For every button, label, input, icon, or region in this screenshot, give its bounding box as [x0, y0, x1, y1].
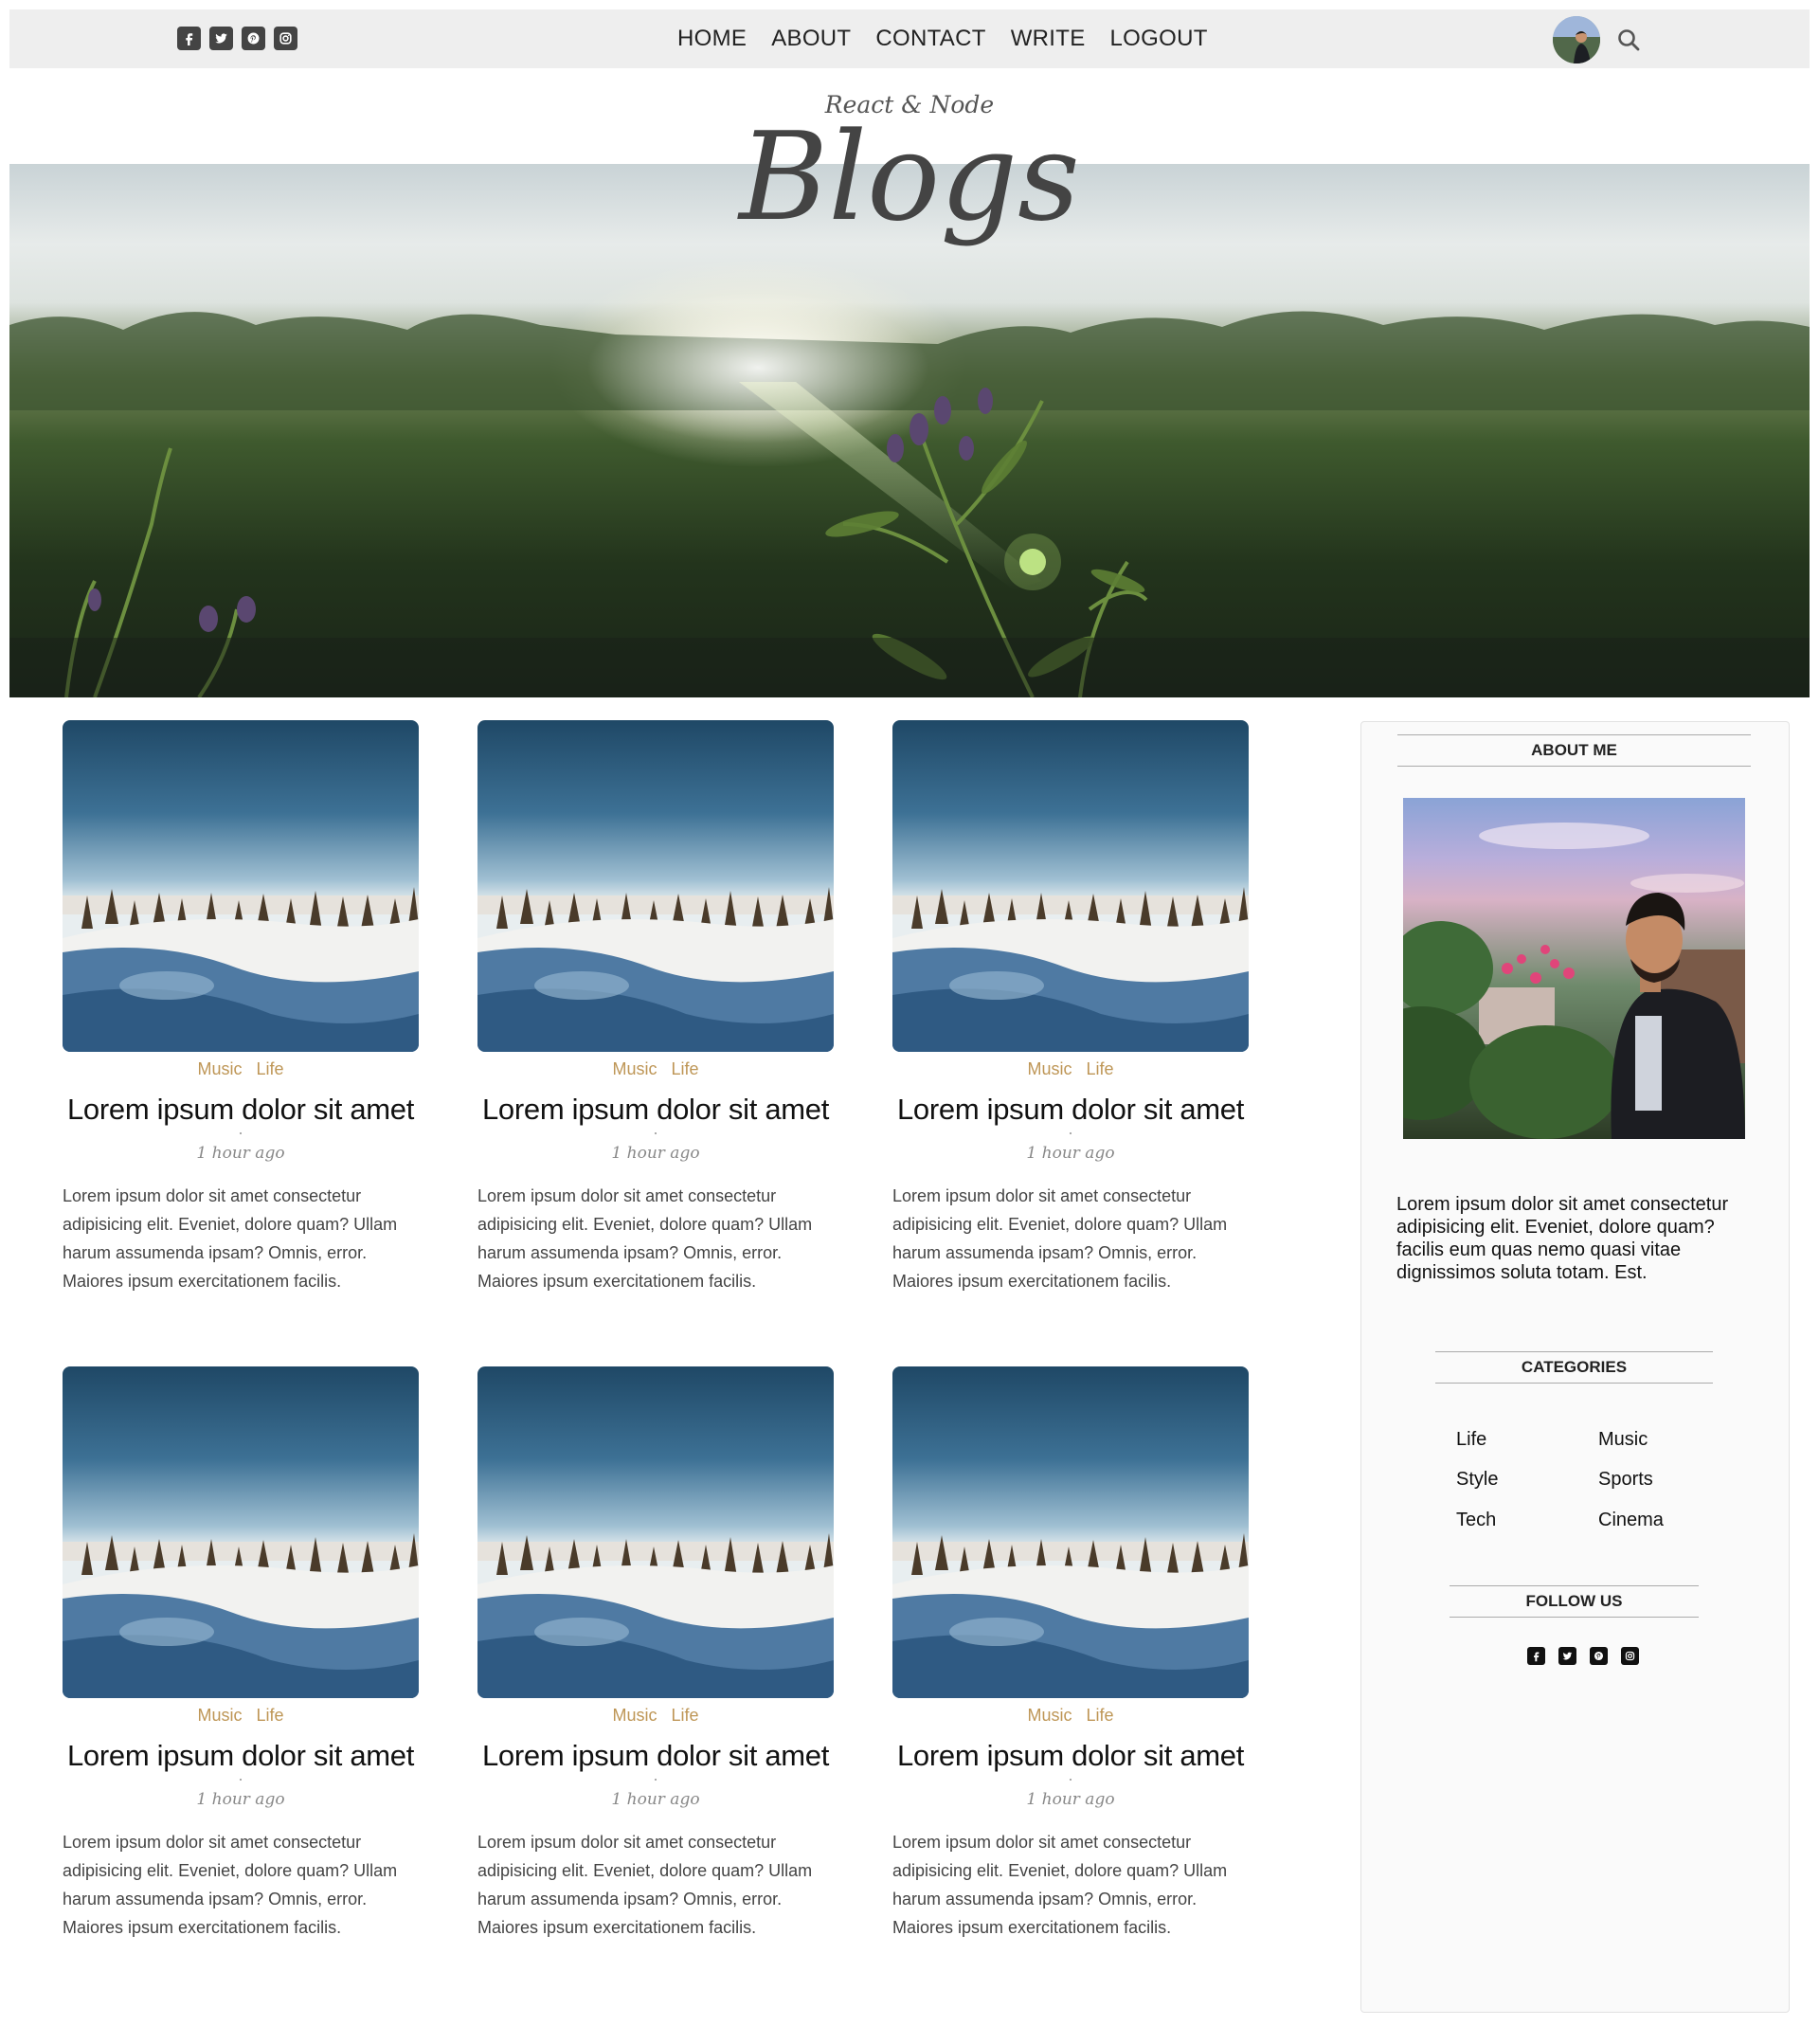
post-image[interactable] — [477, 720, 834, 1052]
post-category[interactable]: Life — [257, 1059, 284, 1078]
facebook-square-icon[interactable] — [177, 27, 201, 50]
sidebar: ABOUT ME Lorem ipsum dolor sit amet cons… — [1360, 721, 1790, 2013]
post-category[interactable]: Music — [612, 1706, 657, 1725]
post-categories: Music Life — [477, 1059, 834, 1079]
user-avatar[interactable] — [1553, 16, 1600, 63]
header-title: Blogs — [739, 107, 1080, 248]
post-card[interactable]: Music Life Lorem ipsum dolor sit amet 1 … — [63, 1366, 419, 1942]
post-category[interactable]: Life — [672, 1059, 699, 1078]
post-category[interactable]: Music — [1027, 1706, 1072, 1725]
main-nav: HOME ABOUT CONTACT WRITE LOGOUT — [677, 26, 1208, 52]
post-categories: Music Life — [892, 1059, 1249, 1079]
category-item[interactable]: Cinema — [1598, 1510, 1664, 1531]
post-category[interactable]: Music — [197, 1706, 242, 1725]
post-categories: Music Life — [63, 1706, 419, 1726]
nav-write[interactable]: WRITE — [1011, 26, 1086, 52]
pinterest-square-icon[interactable] — [1590, 1647, 1608, 1665]
divider-dot — [1070, 1779, 1072, 1781]
post-category[interactable]: Life — [1087, 1059, 1114, 1078]
search-icon[interactable] — [1616, 27, 1641, 52]
post-title[interactable]: Lorem ipsum dolor sit amet — [477, 1093, 834, 1127]
post-category[interactable]: Life — [1087, 1706, 1114, 1725]
category-item[interactable]: Life — [1456, 1429, 1486, 1451]
divider-dot — [240, 1779, 242, 1781]
post-category[interactable]: Life — [672, 1706, 699, 1725]
post-description: Lorem ipsum dolor sit amet consectetur a… — [892, 1833, 1228, 1937]
post-card[interactable]: Music Life Lorem ipsum dolor sit amet 1 … — [892, 720, 1249, 1295]
post-categories: Music Life — [892, 1706, 1249, 1726]
post-description: Lorem ipsum dolor sit amet consectetur a… — [477, 1833, 813, 1937]
divider-dot — [1070, 1132, 1072, 1134]
top-social-icons — [177, 27, 297, 50]
category-item[interactable]: Sports — [1598, 1469, 1653, 1491]
post-category[interactable]: Life — [257, 1706, 284, 1725]
post-title[interactable]: Lorem ipsum dolor sit amet — [892, 1739, 1249, 1773]
twitter-square-icon[interactable] — [1558, 1647, 1576, 1665]
pinterest-square-icon[interactable] — [242, 27, 265, 50]
post-date: 1 hour ago — [1026, 1144, 1115, 1163]
follow-us-icons — [1527, 1647, 1639, 1665]
category-item[interactable]: Music — [1598, 1429, 1648, 1451]
post-categories: Music Life — [63, 1059, 419, 1079]
post-card[interactable]: Music Life Lorem ipsum dolor sit amet 1 … — [477, 1366, 834, 1942]
divider-dot — [655, 1779, 657, 1781]
post-date: 1 hour ago — [1026, 1790, 1115, 1809]
post-description: Lorem ipsum dolor sit amet consectetur a… — [63, 1833, 398, 1937]
post-image[interactable] — [63, 1366, 419, 1698]
post-image[interactable] — [892, 720, 1249, 1052]
follow-us-title: FOLLOW US — [1450, 1585, 1699, 1618]
twitter-square-icon[interactable] — [209, 27, 233, 50]
category-item[interactable]: Style — [1456, 1469, 1498, 1491]
about-me-text: Lorem ipsum dolor sit amet consectetur a… — [1396, 1194, 1729, 1283]
post-date: 1 hour ago — [611, 1144, 700, 1163]
nav-logout[interactable]: LOGOUT — [1110, 26, 1208, 52]
divider-dot — [655, 1132, 657, 1134]
nav-home[interactable]: HOME — [677, 26, 747, 52]
post-category[interactable]: Music — [612, 1059, 657, 1078]
about-me-photo — [1403, 798, 1745, 1139]
post-image[interactable] — [892, 1366, 1249, 1698]
post-title[interactable]: Lorem ipsum dolor sit amet — [63, 1093, 419, 1127]
category-item[interactable]: Tech — [1456, 1510, 1496, 1531]
post-card[interactable]: Music Life Lorem ipsum dolor sit amet 1 … — [892, 1366, 1249, 1942]
post-categories: Music Life — [477, 1706, 834, 1726]
divider-dot — [240, 1132, 242, 1134]
categories-title: CATEGORIES — [1435, 1351, 1713, 1384]
post-category[interactable]: Music — [197, 1059, 242, 1078]
post-title[interactable]: Lorem ipsum dolor sit amet — [892, 1093, 1249, 1127]
post-date: 1 hour ago — [196, 1790, 285, 1809]
post-title[interactable]: Lorem ipsum dolor sit amet — [477, 1739, 834, 1773]
post-date: 1 hour ago — [196, 1144, 285, 1163]
post-category[interactable]: Music — [1027, 1059, 1072, 1078]
nav-contact[interactable]: CONTACT — [875, 26, 985, 52]
post-description: Lorem ipsum dolor sit amet consectetur a… — [477, 1186, 813, 1291]
post-card[interactable]: Music Life Lorem ipsum dolor sit amet 1 … — [477, 720, 834, 1295]
post-card[interactable]: Music Life Lorem ipsum dolor sit amet 1 … — [63, 720, 419, 1295]
post-description: Lorem ipsum dolor sit amet consectetur a… — [892, 1186, 1228, 1291]
about-me-title: ABOUT ME — [1397, 734, 1751, 767]
facebook-square-icon[interactable] — [1527, 1647, 1545, 1665]
instagram-square-icon[interactable] — [1621, 1647, 1639, 1665]
post-image[interactable] — [63, 720, 419, 1052]
post-date: 1 hour ago — [611, 1790, 700, 1809]
post-title[interactable]: Lorem ipsum dolor sit amet — [63, 1739, 419, 1773]
instagram-square-icon[interactable] — [274, 27, 297, 50]
post-description: Lorem ipsum dolor sit amet consectetur a… — [63, 1186, 398, 1291]
post-image[interactable] — [477, 1366, 834, 1698]
top-bar: HOME ABOUT CONTACT WRITE LOGOUT — [9, 9, 1810, 68]
nav-about[interactable]: ABOUT — [771, 26, 851, 52]
